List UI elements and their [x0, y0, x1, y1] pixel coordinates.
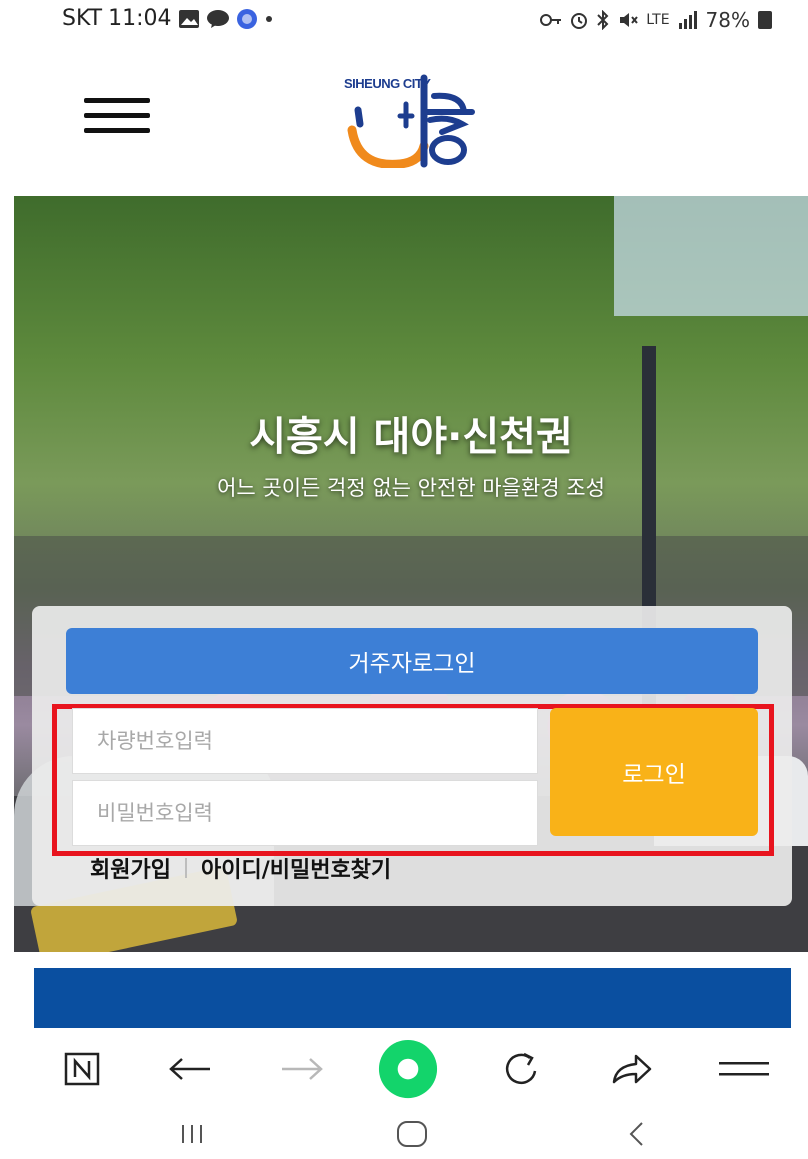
status-bar: SKT 11:04 LTE 78% [0, 0, 808, 44]
signal-icon [678, 11, 698, 29]
hero-title: 시흥시 대야·신천권 [249, 414, 573, 460]
account-links: 회원가입 아이디/비밀번호찾기 [90, 852, 391, 884]
password-input[interactable] [72, 780, 538, 846]
blue-section-banner[interactable] [34, 968, 791, 1028]
back-nav-icon[interactable] [606, 1114, 666, 1154]
resident-login-button[interactable]: 거주자로그인 [66, 628, 758, 694]
alarm-icon [570, 11, 588, 29]
carrier-label: SKT [62, 6, 103, 31]
home-button-icon[interactable] [382, 1114, 442, 1154]
menu-icon[interactable] [714, 1044, 774, 1094]
key-icon [540, 13, 562, 27]
logo-text: SIHEUNG CITY [344, 76, 431, 91]
naver-icon[interactable] [52, 1044, 112, 1094]
car-number-input[interactable] [72, 708, 538, 774]
more-notifications-icon [264, 14, 274, 24]
link-divider [184, 858, 187, 878]
mute-icon [618, 11, 639, 29]
battery-percent: 78% [705, 8, 750, 32]
login-panel: 거주자로그인 로그인 회원가입 아이디/비밀번호찾기 [32, 606, 792, 906]
back-icon[interactable] [160, 1044, 220, 1094]
network-label: LTE [646, 12, 670, 28]
home-icon[interactable] [378, 1039, 438, 1099]
hamburger-menu-icon[interactable] [84, 96, 150, 136]
hero-subtitle: 어느 곳이든 걱정 없는 안전한 마을환경 조성 [217, 476, 605, 500]
pay-notification-icon [236, 8, 258, 30]
recent-apps-icon[interactable] [162, 1114, 222, 1154]
site-header: SIHEUNG CITY [0, 44, 808, 194]
gallery-notification-icon [178, 9, 200, 29]
system-navigation-bar [0, 1108, 808, 1159]
browser-toolbar [0, 1030, 808, 1108]
status-bar-left: SKT 11:04 [62, 6, 274, 31]
signup-link[interactable]: 회원가입 [90, 852, 171, 884]
battery-icon [758, 11, 772, 29]
find-account-link[interactable]: 아이디/비밀번호찾기 [201, 852, 391, 884]
clock: 11:04 [108, 6, 172, 31]
talk-notification-icon [206, 9, 230, 29]
refresh-icon[interactable] [492, 1044, 552, 1094]
siheung-city-logo[interactable]: SIHEUNG CITY [338, 68, 488, 169]
status-bar-right: LTE 78% [540, 8, 772, 32]
share-icon[interactable] [602, 1044, 662, 1094]
hero-sky [614, 196, 808, 316]
login-button[interactable]: 로그인 [550, 708, 758, 836]
forward-icon [272, 1044, 332, 1094]
bluetooth-icon [596, 10, 610, 30]
